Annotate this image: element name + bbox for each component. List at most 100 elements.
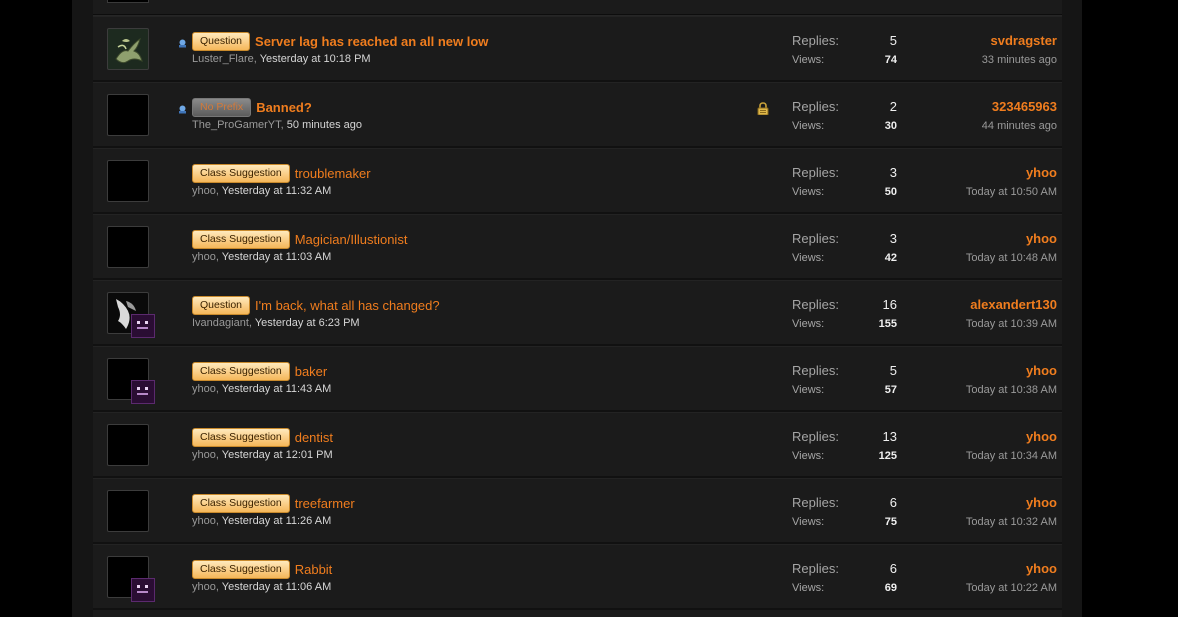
author-avatar[interactable]: [107, 556, 155, 602]
author-avatar[interactable]: [107, 94, 149, 136]
thread-author-link[interactable]: yhoo: [192, 251, 216, 263]
thread-prefix-label[interactable]: Question: [192, 296, 251, 315]
author-avatar[interactable]: [107, 292, 155, 338]
thread-author-link[interactable]: yhoo: [192, 581, 216, 593]
thread-start-date[interactable]: Yesterday at 10:18 PM: [260, 53, 371, 65]
replies-count[interactable]: 3: [890, 165, 897, 180]
thread-author-link[interactable]: yhoo: [192, 383, 216, 395]
thread-prefix-label[interactable]: Class Suggestion: [192, 362, 290, 381]
thread-meta: The_ProGamerYT, 50 minutes ago: [192, 119, 362, 131]
replies-count[interactable]: 13: [883, 429, 897, 444]
thread-prefix-label[interactable]: No Prefix: [192, 98, 252, 117]
replies-count[interactable]: 2: [890, 99, 897, 114]
thread-row[interactable]: Class Suggestion treefarmer yhoo, Yesterda…: [93, 478, 1062, 544]
thread-start-date[interactable]: Yesterday at 11:32 AM: [222, 185, 331, 197]
last-post-user-link[interactable]: yhoo: [1026, 561, 1057, 576]
last-post-time-link[interactable]: Today at 10:39 AM: [966, 318, 1057, 330]
views-label: Views:: [792, 516, 825, 528]
thread-author-link[interactable]: yhoo: [192, 185, 216, 197]
thread-prefix-label[interactable]: Question: [192, 32, 251, 51]
last-post-user-link[interactable]: yhoo: [1026, 495, 1057, 510]
replies-count[interactable]: 5: [890, 363, 897, 378]
views-count: 75: [884, 516, 897, 528]
views-count: 42: [884, 252, 897, 264]
replies-count[interactable]: 16: [883, 297, 897, 312]
last-post-time-link[interactable]: Today at 10:38 AM: [966, 384, 1057, 396]
last-post-time-link[interactable]: Today at 10:32 AM: [966, 516, 1057, 528]
author-avatar[interactable]: [107, 424, 149, 466]
last-post-user-link[interactable]: 323465963: [992, 99, 1057, 114]
replies-count[interactable]: 3: [890, 231, 897, 246]
dragon-avatar-icon: [115, 37, 143, 64]
views-label: Views:: [792, 186, 825, 198]
thread-start-date[interactable]: Yesterday at 11:43 AM: [222, 383, 331, 395]
thread-title-link[interactable]: I'm back, what all has changed?: [255, 298, 440, 313]
thread-row[interactable]: Class Suggestion Rabbit yhoo, Yesterday at…: [93, 544, 1062, 610]
thread-title-line: Class Suggestion troublemaker: [192, 164, 371, 184]
thread-start-date[interactable]: Yesterday at 11:06 AM: [222, 581, 331, 593]
author-avatar[interactable]: [107, 358, 155, 404]
thread-title-link[interactable]: treefarmer: [295, 496, 355, 511]
last-post-time-link[interactable]: 33 minutes ago: [982, 54, 1057, 66]
thread-row[interactable]: Question I'm back, what all has changed? I…: [93, 280, 1062, 346]
last-post-user-link[interactable]: alexandert130: [970, 297, 1057, 312]
thread-prefix-label[interactable]: Class Suggestion: [192, 494, 290, 513]
thread-row[interactable]: Class Suggestion Magician/Illustionist yho…: [93, 214, 1062, 280]
thread-start-date[interactable]: Yesterday at 11:26 AM: [222, 515, 331, 527]
thread-prefix-label[interactable]: Class Suggestion: [192, 560, 290, 579]
thread-meta: yhoo, Yesterday at 11:43 AM: [192, 383, 332, 395]
thread-title-link[interactable]: Rabbit: [295, 562, 333, 577]
thread-title-link[interactable]: baker: [295, 364, 328, 379]
thread-prefix-label[interactable]: Class Suggestion: [192, 230, 290, 249]
unread-indicator-icon[interactable]: [178, 39, 187, 48]
last-post-user-link[interactable]: yhoo: [1026, 231, 1057, 246]
replies-count[interactable]: 6: [890, 495, 897, 510]
thread-row[interactable]: Question Server lag has reached an all ne…: [93, 16, 1062, 82]
last-post-user-link[interactable]: yhoo: [1026, 429, 1057, 444]
thread-start-date[interactable]: Yesterday at 11:03 AM: [222, 251, 331, 263]
unread-indicator-icon[interactable]: [178, 105, 187, 114]
thread-row[interactable]: Class Suggestion baker yhoo, Yesterday at …: [93, 346, 1062, 412]
thread-title-link[interactable]: Magician/Illustionist: [295, 232, 408, 247]
last-post-user-link[interactable]: yhoo: [1026, 165, 1057, 180]
thread-meta: yhoo, Yesterday at 11:26 AM: [192, 515, 332, 527]
thread-title-link[interactable]: Server lag has reached an all new low: [255, 34, 488, 49]
author-avatar[interactable]: [107, 226, 149, 268]
replies-label: Replies:: [792, 165, 839, 180]
thread-row[interactable]: No Prefix Banned? The_ProGamerYT, 50 minut…: [93, 82, 1062, 148]
thread-row[interactable]: Class Suggestion troublemaker yhoo, Yester…: [93, 148, 1062, 214]
last-post-time-link[interactable]: Today at 10:22 AM: [966, 582, 1057, 594]
views-label: Views:: [792, 384, 825, 396]
last-post-user-link[interactable]: svdragster: [991, 33, 1057, 48]
thread-prefix-label[interactable]: Class Suggestion: [192, 428, 290, 447]
thread-title-line: Class Suggestion treefarmer: [192, 494, 355, 514]
thread-title-link[interactable]: Banned?: [256, 100, 312, 115]
last-post-time-link[interactable]: 44 minutes ago: [982, 120, 1057, 132]
thread-author-link[interactable]: yhoo: [192, 449, 216, 461]
author-avatar[interactable]: [107, 28, 149, 70]
thread-title-link[interactable]: troublemaker: [295, 166, 371, 181]
thread-start-date[interactable]: Yesterday at 6:23 PM: [255, 317, 360, 329]
views-count: 50: [884, 186, 897, 198]
author-avatar[interactable]: [107, 490, 149, 532]
thread-start-date[interactable]: Yesterday at 12:01 PM: [222, 449, 333, 461]
thread-prefix-label[interactable]: Class Suggestion: [192, 164, 290, 183]
last-post-time-link[interactable]: Today at 10:48 AM: [966, 252, 1057, 264]
previous-row-avatar[interactable]: [107, 0, 149, 3]
replies-label: Replies:: [792, 33, 839, 48]
thread-author-link[interactable]: Luster_Flare: [192, 53, 254, 65]
thread-author-link[interactable]: Ivandagiant: [192, 317, 249, 329]
last-post-time-link[interactable]: Today at 10:50 AM: [966, 186, 1057, 198]
thread-meta: Luster_Flare, Yesterday at 10:18 PM: [192, 53, 371, 65]
author-avatar[interactable]: [107, 160, 149, 202]
last-post-user-link[interactable]: yhoo: [1026, 363, 1057, 378]
thread-author-link[interactable]: yhoo: [192, 515, 216, 527]
replies-count[interactable]: 5: [890, 33, 897, 48]
thread-title-link[interactable]: dentist: [295, 430, 333, 445]
thread-start-date[interactable]: 50 minutes ago: [287, 119, 362, 131]
views-count: 57: [884, 384, 897, 396]
thread-row[interactable]: Class Suggestion dentist yhoo, Yesterday a…: [93, 412, 1062, 478]
last-post-time-link[interactable]: Today at 10:34 AM: [966, 450, 1057, 462]
thread-author-link[interactable]: The_ProGamerYT: [192, 119, 281, 131]
replies-count[interactable]: 6: [890, 561, 897, 576]
